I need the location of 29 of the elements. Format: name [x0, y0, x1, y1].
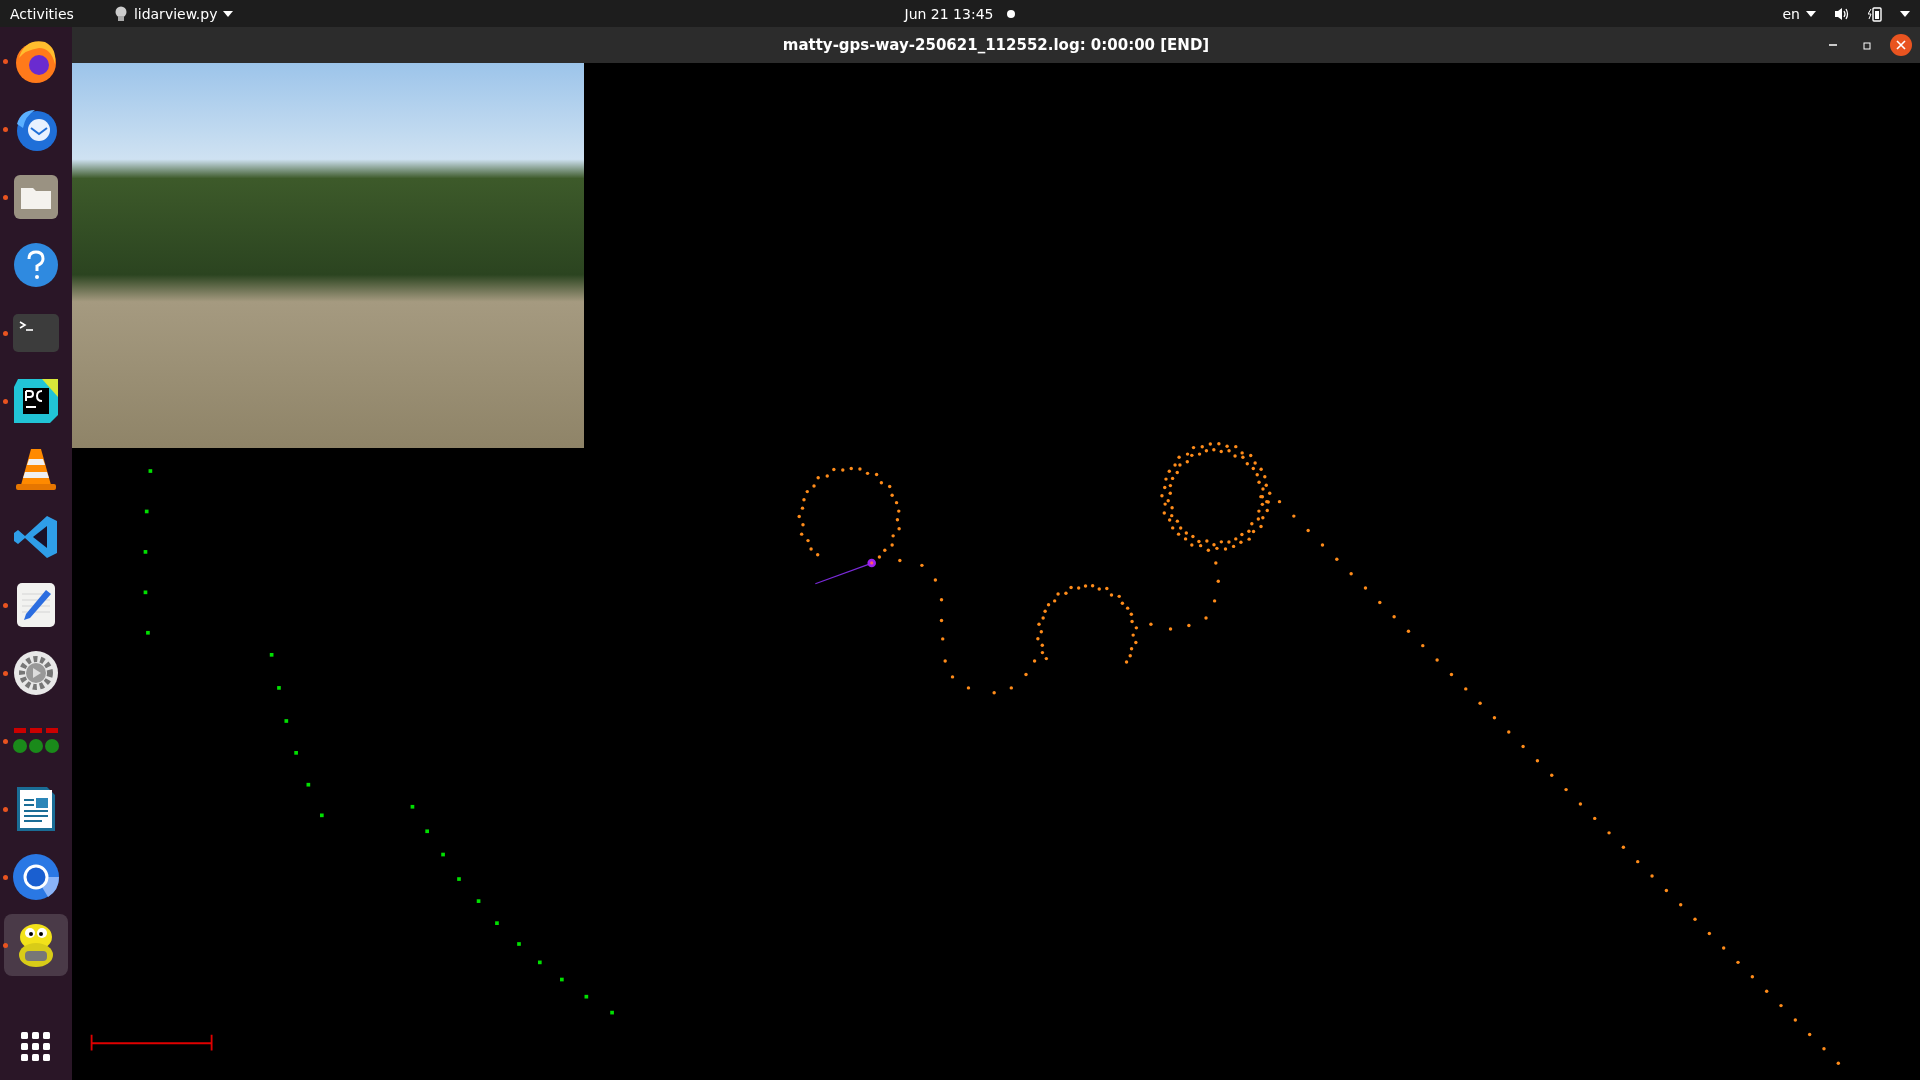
folder-icon	[13, 174, 59, 220]
help-icon	[13, 242, 59, 288]
close-icon	[1896, 40, 1906, 50]
app-grid-icon[interactable]	[21, 1032, 51, 1062]
dock-item[interactable]	[4, 914, 68, 976]
battery-icon[interactable]	[1868, 5, 1882, 22]
window-title: matty-gps-way-250621_112552.log: 0:00:00 [END]	[782, 36, 1210, 54]
caret-icon	[1806, 10, 1816, 17]
code-ribbon-icon	[13, 514, 59, 560]
pencil-document-icon	[16, 582, 56, 628]
close-button[interactable]	[1890, 34, 1912, 56]
volume-icon[interactable]	[1834, 6, 1850, 21]
minimize-icon	[1828, 44, 1838, 46]
gear-icon	[13, 650, 59, 696]
clock-label[interactable]: Jun 21 13:45	[904, 5, 994, 22]
pointer-marker-drawing	[814, 558, 876, 585]
terminal-icon	[13, 314, 59, 352]
ring-icon	[12, 853, 60, 901]
input-source-button[interactable]: en	[1782, 5, 1800, 22]
document-image-icon	[16, 786, 56, 832]
activities-button[interactable]: Activities	[10, 5, 74, 22]
maximize-icon	[1862, 40, 1872, 50]
app-menu-button[interactable]: lidarview.py	[133, 5, 218, 22]
pc-logo-icon	[12, 377, 60, 425]
notification-dot-icon	[1007, 9, 1016, 18]
blocks-icon	[12, 726, 60, 756]
caret-icon	[223, 10, 234, 17]
caret-icon	[1900, 10, 1910, 17]
app-menu-icon	[113, 6, 128, 21]
